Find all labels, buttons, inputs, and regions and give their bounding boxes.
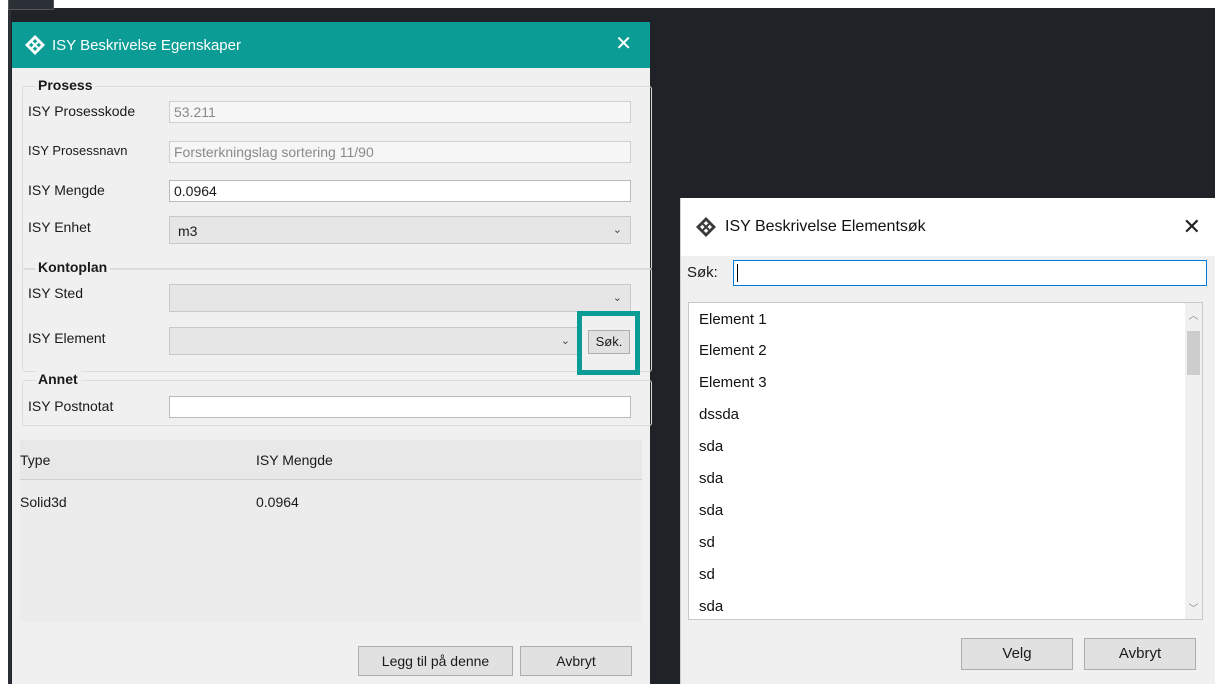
list-item[interactable]: sda (699, 598, 723, 615)
chevron-down-icon[interactable]: ﹀ (1185, 600, 1202, 615)
list-item[interactable]: sda (699, 470, 723, 487)
scrollbar-thumb[interactable] (1187, 331, 1200, 375)
search-button-highlight (577, 311, 640, 375)
postnotat-label: ISY Postnotat (28, 398, 114, 414)
list-item[interactable]: sda (699, 502, 723, 519)
list-item[interactable]: sd (699, 566, 715, 583)
grid-cell-type: Solid3d (20, 494, 67, 510)
element-search-title: ISY Beskrivelse Elementsøk (725, 218, 926, 235)
enhet-select-value: m3 (178, 223, 198, 239)
properties-dialog-titlebar: ISY Beskrivelse Egenskaper ✕ (12, 22, 650, 68)
close-icon[interactable]: ✕ (615, 34, 632, 54)
isy-app-icon (25, 35, 45, 55)
element-select[interactable]: ⌄ (169, 327, 579, 355)
element-search-titlebar: ISY Beskrivelse Elementsøk ✕ (681, 198, 1215, 256)
mengde-field[interactable]: 0.0964 (169, 180, 631, 202)
results-grid: Type ISY Mengde Solid3d 0.0964 (20, 440, 642, 622)
enhet-select[interactable]: m3 ⌄ (169, 216, 631, 244)
group-prosess-title: Prosess (35, 77, 96, 93)
prosessnavn-field[interactable]: Forsterkningslag sortering 11/90 (169, 141, 631, 163)
add-to-this-button[interactable]: Legg til på denne (358, 646, 513, 676)
group-annet-title: Annet (35, 371, 81, 387)
list-item[interactable]: sd (699, 534, 715, 551)
grid-header: Type ISY Mengde (20, 440, 642, 480)
select-button[interactable]: Velg (961, 638, 1073, 670)
mengde-label: ISY Mengde (28, 182, 105, 198)
chevron-up-icon[interactable]: ︿ (1185, 307, 1202, 322)
close-icon[interactable]: ✕ (1183, 214, 1201, 240)
sted-select[interactable]: ⌄ (169, 284, 631, 312)
prosesskode-field[interactable]: 53.211 (169, 101, 631, 123)
properties-dialog: ISY Beskrivelse Egenskaper ✕ Prosess ISY… (12, 22, 652, 684)
postnotat-field[interactable] (169, 396, 631, 418)
prosesskode-label: ISY Prosesskode (28, 103, 136, 119)
cancel-button[interactable]: Avbryt (520, 646, 632, 676)
list-item[interactable]: sda (699, 438, 723, 455)
list-item[interactable]: dssda (699, 406, 739, 423)
chevron-down-icon: ⌄ (612, 292, 622, 304)
isy-app-icon (696, 217, 716, 237)
left-edge-divider (8, 8, 11, 684)
grid-header-mengde[interactable]: ISY Mengde (256, 452, 333, 468)
search-label: Søk: (687, 264, 718, 281)
list-item[interactable]: Element 3 (699, 374, 767, 391)
list-scrollbar[interactable]: ︿ ﹀ (1185, 303, 1202, 619)
window-corner-tab (8, 0, 54, 10)
grid-header-type[interactable]: Type (20, 452, 50, 468)
chevron-down-icon: ⌄ (560, 335, 570, 347)
cancel-button[interactable]: Avbryt (1084, 638, 1196, 670)
properties-dialog-title: ISY Beskrivelse Egenskaper (52, 36, 241, 54)
grid-cell-mengde: 0.0964 (256, 494, 299, 510)
sted-label: ISY Sted (28, 285, 84, 301)
enhet-label: ISY Enhet (28, 219, 91, 235)
list-item[interactable]: Element 2 (699, 342, 767, 359)
search-input[interactable] (733, 260, 1207, 286)
element-list[interactable]: Element 1 Element 2 Element 3 dssda sda … (688, 302, 1203, 620)
text-caret (737, 264, 738, 282)
group-kontoplan-title: Kontoplan (35, 259, 111, 275)
prosessnavn-label: ISY Prosessnavn (28, 143, 128, 158)
chevron-down-icon: ⌄ (612, 224, 622, 236)
element-search-dialog: ISY Beskrivelse Elementsøk ✕ Søk: Elemen… (680, 198, 1215, 684)
list-item[interactable]: Element 1 (699, 311, 767, 328)
element-label: ISY Element (28, 330, 106, 346)
